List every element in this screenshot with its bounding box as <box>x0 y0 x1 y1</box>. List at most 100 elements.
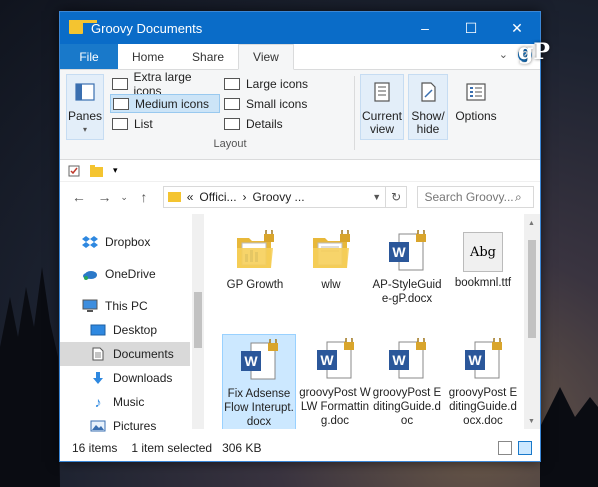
scroll-down-icon[interactable]: ▼ <box>528 418 535 425</box>
file-item-editing-guide-doc[interactable]: W groovyPost EditingGuide.doc <box>370 338 444 428</box>
breadcrumb-offici[interactable]: Offici... <box>199 190 236 204</box>
current-view-group[interactable]: Current view <box>360 80 404 136</box>
breadcrumb-groovy[interactable]: Groovy ... <box>253 190 305 204</box>
content-area: Dropbox OneDrive This PC Desktop Documen… <box>60 214 540 433</box>
pictures-icon <box>90 419 106 433</box>
file-list-scrollbar[interactable]: ▲ ▼ <box>524 214 540 429</box>
show-hide-group[interactable]: Show/ hide <box>408 80 448 136</box>
word-document-icon: W <box>465 338 502 379</box>
tab-view[interactable]: View <box>238 44 294 70</box>
watermark-logo: gP <box>518 39 550 65</box>
customize-toolbar-icon[interactable]: ▾ <box>113 165 118 176</box>
file-name: wlw <box>321 279 341 291</box>
large-icons-icon <box>224 77 240 90</box>
nav-item-music[interactable]: ♪ Music <box>60 390 190 414</box>
explorer-window: Groovy Documents – ☐ ✕ File Home Share V… <box>59 11 541 462</box>
font-file-icon: Abg <box>463 232 503 272</box>
small-icons-icon <box>224 97 240 110</box>
nav-pane-scrollbar[interactable] <box>192 214 204 429</box>
extra-large-icons-icon <box>112 77 128 90</box>
file-name: Fix Adsense Flow Interupt.docx <box>224 388 294 428</box>
layout-small-icons[interactable]: Small icons <box>222 94 332 113</box>
breadcrumb-overflow[interactable]: « <box>187 190 194 204</box>
nav-item-onedrive[interactable]: OneDrive <box>60 262 190 286</box>
title-bar[interactable]: Groovy Documents – ☐ ✕ <box>60 12 540 44</box>
current-view-icon <box>374 82 390 102</box>
computer-icon <box>82 299 98 313</box>
music-icon: ♪ <box>94 394 102 410</box>
file-name: groovyPost EditingGuide.docx.doc <box>448 387 518 427</box>
documents-icon <box>90 347 106 361</box>
item-count: 16 items <box>72 441 118 455</box>
tab-share[interactable]: Share <box>178 44 238 69</box>
file-name: AP-StyleGuide-gP.docx <box>372 279 442 305</box>
navigation-pane: Dropbox OneDrive This PC Desktop Documen… <box>60 214 192 433</box>
word-document-icon: W <box>389 338 426 379</box>
recent-locations-icon[interactable]: ⌄ <box>117 192 131 203</box>
nav-item-dropbox[interactable]: Dropbox <box>60 230 190 254</box>
file-name: bookmnl.ttf <box>454 277 512 289</box>
scrollbar-thumb[interactable] <box>528 240 536 338</box>
maximize-button[interactable]: ☐ <box>448 12 494 44</box>
file-item-groovypost-wlw[interactable]: W groovyPost WLW Formatting.doc <box>298 338 372 428</box>
options-icon <box>466 83 486 101</box>
layout-large-icons[interactable]: Large icons <box>222 74 332 93</box>
search-icon: ⌕ <box>514 189 522 204</box>
downloads-icon <box>90 371 106 385</box>
tab-home[interactable]: Home <box>118 44 178 69</box>
file-item-editing-guide-docx[interactable]: W groovyPost EditingGuide.docx.doc <box>446 338 520 428</box>
word-document-icon: W <box>241 339 278 380</box>
nav-item-this-pc[interactable]: This PC <box>60 294 190 318</box>
svg-text:W: W <box>392 244 406 260</box>
layout-details[interactable]: Details <box>222 114 332 133</box>
search-placeholder: Search Groovy... <box>424 190 514 204</box>
chevron-down-icon[interactable]: ⌄ <box>499 48 508 62</box>
layout-group-label: Layout <box>213 138 247 150</box>
onedrive-icon <box>82 267 98 281</box>
file-item-bookmnl[interactable]: Abg bookmnl.ttf <box>446 230 520 290</box>
file-item-fix-adsense[interactable]: W Fix Adsense Flow Interupt.docx <box>222 334 296 429</box>
properties-icon[interactable] <box>68 165 80 177</box>
tab-file[interactable]: File <box>60 44 118 69</box>
scrollbar-thumb[interactable] <box>194 292 202 348</box>
ribbon-separator <box>354 76 355 150</box>
file-item-wlw[interactable]: wlw <box>294 230 368 292</box>
ribbon-view: Panes ▾ Extra large icons Large icons Me… <box>60 70 540 160</box>
up-arrow-icon[interactable]: ↑ <box>131 189 157 205</box>
large-icons-view-icon[interactable] <box>518 441 532 455</box>
back-arrow-icon[interactable]: ← <box>66 189 92 205</box>
locked-folder-icon <box>313 230 350 268</box>
address-bar[interactable]: « Offici... › Groovy ... ▼ <box>162 186 386 208</box>
search-box[interactable]: Search Groovy... ⌕ <box>417 186 534 208</box>
layout-gallery: Extra large icons Large icons Medium ico… <box>110 70 332 134</box>
status-bar: 16 items 1 item selected 306 KB <box>60 435 540 461</box>
file-item-gp-growth[interactable]: GP Growth <box>218 230 292 292</box>
refresh-icon[interactable]: ↻ <box>385 186 408 208</box>
details-icon <box>224 117 240 130</box>
layout-medium-icons[interactable]: Medium icons <box>110 94 220 113</box>
scroll-up-icon[interactable]: ▲ <box>528 220 535 227</box>
layout-extra-large-icons[interactable]: Extra large icons <box>110 70 220 98</box>
file-item-ap-styleguide[interactable]: W AP-StyleGuide-gP.docx <box>370 230 444 306</box>
chevron-right-icon[interactable]: › <box>243 190 247 204</box>
selection-count: 1 item selected <box>131 441 213 455</box>
forward-arrow-icon[interactable]: → <box>92 189 118 205</box>
quick-access-toolbar: ▾ <box>60 160 540 182</box>
nav-item-downloads[interactable]: Downloads <box>60 366 190 390</box>
address-row: ← → ⌄ ↑ « Offici... › Groovy ... ▼ ↻ Sea… <box>60 182 540 212</box>
options-button[interactable]: Options <box>452 80 500 123</box>
details-view-icon[interactable] <box>498 441 512 455</box>
dropbox-icon <box>82 235 98 249</box>
nav-item-desktop[interactable]: Desktop <box>60 318 190 342</box>
new-folder-icon[interactable] <box>90 164 103 177</box>
folder-icon <box>69 20 97 34</box>
layout-list[interactable]: List <box>110 114 220 133</box>
panes-group[interactable]: Panes ▾ <box>66 80 104 136</box>
nav-item-documents[interactable]: Documents <box>60 342 190 366</box>
minimize-button[interactable]: – <box>402 12 448 44</box>
panes-icon <box>75 83 95 101</box>
chevron-down-icon[interactable]: ▼ <box>369 192 385 202</box>
word-document-icon: W <box>317 338 354 379</box>
ribbon-tabs: File Home Share View ⌄ ? <box>60 44 540 70</box>
file-name: GP Growth <box>226 279 284 291</box>
